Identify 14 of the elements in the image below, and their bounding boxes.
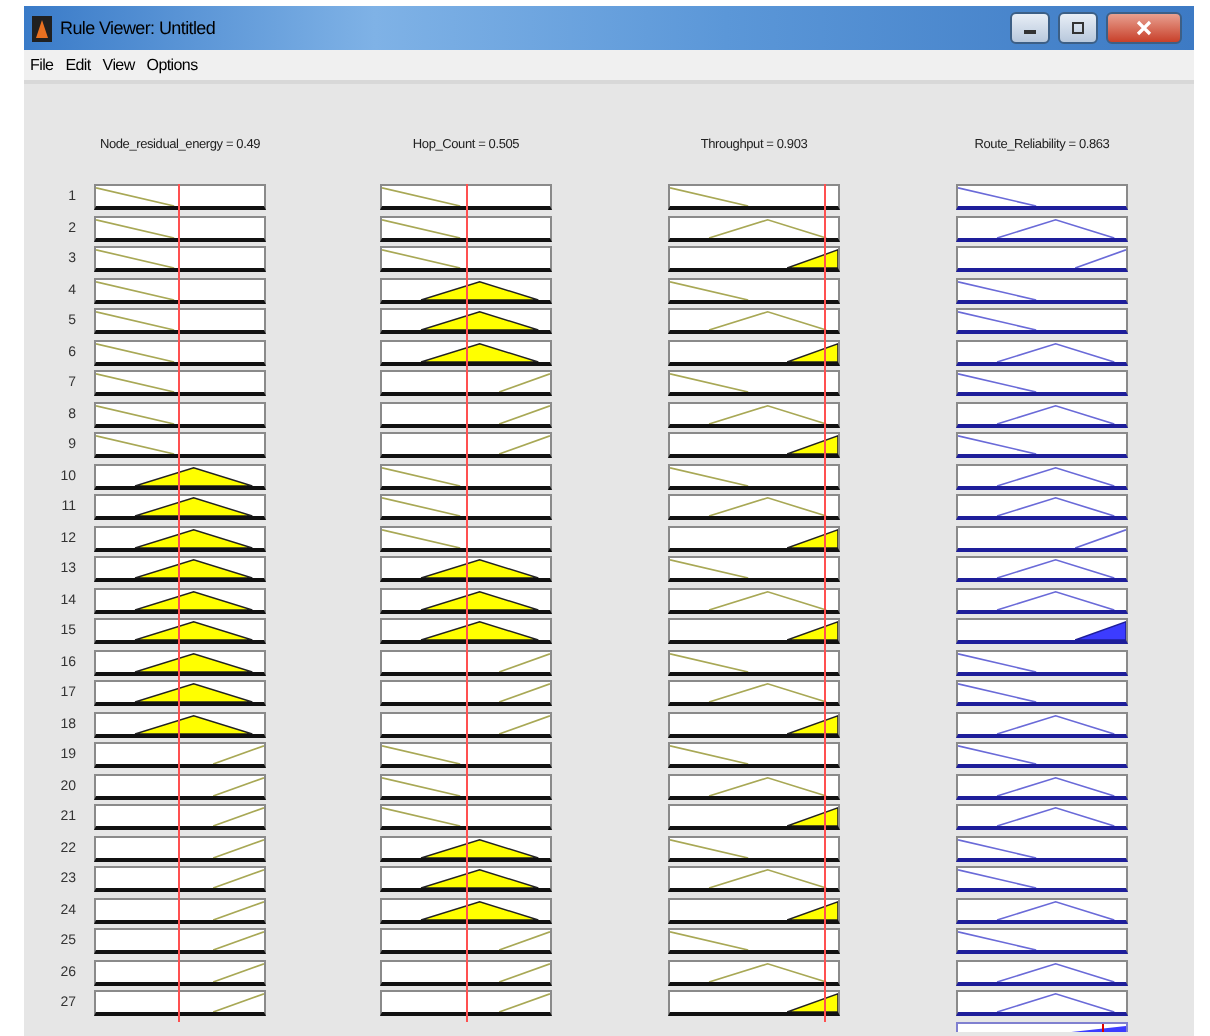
- app-icon: [32, 15, 52, 41]
- input-value-line[interactable]: [178, 184, 181, 1021]
- menu-item[interactable]: Edit: [65, 56, 91, 74]
- maximize-icon: [1070, 20, 1086, 36]
- close-icon: [1136, 20, 1152, 36]
- menu-item[interactable]: View: [102, 56, 135, 74]
- minimize-button[interactable]: [1010, 12, 1050, 44]
- input-value-line[interactable]: [823, 184, 826, 1021]
- maximize-button[interactable]: [1058, 12, 1098, 44]
- menu-item[interactable]: File: [30, 56, 54, 74]
- window-title: Rule Viewer: Untitled: [60, 18, 216, 38]
- close-button[interactable]: [1106, 12, 1182, 44]
- input-value-line[interactable]: [466, 184, 469, 1021]
- menu-item[interactable]: Options: [146, 56, 198, 74]
